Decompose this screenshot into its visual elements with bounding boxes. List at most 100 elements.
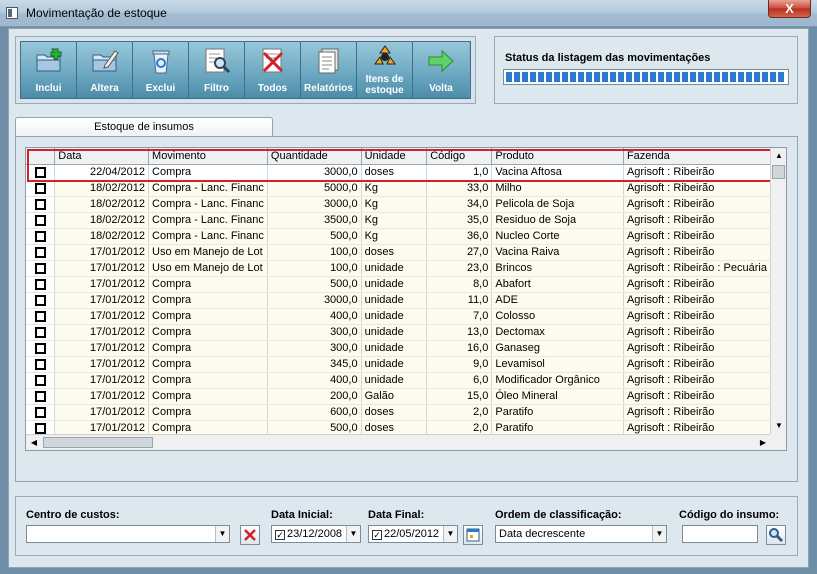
- tab-estoque-de-insumos[interactable]: Estoque de insumos: [15, 117, 273, 137]
- row-checkbox-cell[interactable]: [26, 404, 56, 421]
- row-checkbox[interactable]: [34, 374, 46, 386]
- column-header[interactable]: Unidade: [361, 148, 428, 165]
- ordem-value: Data decrescente: [499, 528, 586, 540]
- chevron-down-icon[interactable]: ▼: [652, 526, 666, 542]
- scroll-up-icon[interactable]: ▲: [771, 148, 786, 164]
- row-checkbox-cell[interactable]: [26, 308, 56, 325]
- row-checkbox[interactable]: [34, 358, 46, 370]
- table-cell: Agrisoft : Ribeirão: [623, 244, 771, 261]
- row-checkbox[interactable]: [34, 310, 46, 322]
- row-checkbox[interactable]: [34, 246, 46, 258]
- table-row[interactable]: 18/02/2012 Compra - Lanc. Financ 5000,0 Kg 3…: [26, 180, 771, 197]
- itens-de-estoque-label: Itens de estoque: [365, 74, 404, 96]
- column-header[interactable]: Produto: [491, 148, 624, 165]
- table-cell: 35,0: [426, 212, 493, 229]
- row-checkbox-cell[interactable]: [26, 340, 56, 357]
- codigo-insumo-input[interactable]: [682, 525, 758, 543]
- table-row[interactable]: 17/01/2012 Compra 3000,0 unidade 11,0 ADE Agri…: [26, 292, 771, 309]
- scroll-right-icon[interactable]: ▶: [755, 435, 771, 450]
- todos-button[interactable]: Todos: [245, 42, 301, 98]
- row-checkbox[interactable]: [34, 326, 46, 338]
- table-cell: Agrisoft : Ribeirão: [623, 420, 771, 434]
- row-checkbox-cell[interactable]: [26, 164, 56, 181]
- clear-centro-button[interactable]: [240, 525, 260, 545]
- altera-button[interactable]: Altera: [77, 42, 133, 98]
- table-row[interactable]: 18/02/2012 Compra - Lanc. Financ 3000,0 Kg 3…: [26, 196, 771, 213]
- table-row[interactable]: 17/01/2012 Compra 345,0 unidade 9,0 Levamisol…: [26, 356, 771, 373]
- table-cell: Modificador Orgânico: [491, 372, 624, 389]
- table-row[interactable]: 17/01/2012 Compra 300,0 unidade 13,0 Dectomax…: [26, 324, 771, 341]
- horizontal-scroll-thumb[interactable]: [43, 437, 153, 448]
- row-checkbox-cell[interactable]: [26, 228, 56, 245]
- scroll-left-icon[interactable]: ◀: [26, 435, 42, 450]
- row-checkbox[interactable]: [34, 262, 46, 274]
- close-button[interactable]: X: [768, 0, 811, 18]
- row-checkbox[interactable]: [34, 278, 46, 290]
- table-row[interactable]: 18/02/2012 Compra - Lanc. Financ 3500,0 Kg 3…: [26, 212, 771, 229]
- row-checkbox-cell[interactable]: [26, 420, 56, 434]
- table-row[interactable]: 22/04/2012 Compra 3000,0 doses 1,0 Vacina Aft…: [26, 164, 771, 181]
- data-final-field[interactable]: ✓ 22/05/2012 ▼: [368, 525, 458, 543]
- row-checkbox[interactable]: [34, 182, 46, 194]
- table-row[interactable]: 17/01/2012 Uso em Manejo de Lot 100,0 doses…: [26, 244, 771, 261]
- row-checkbox[interactable]: [34, 230, 46, 242]
- row-checkbox[interactable]: [34, 390, 46, 402]
- filtro-button[interactable]: Filtro: [189, 42, 245, 98]
- table-row[interactable]: 17/01/2012 Compra 300,0 unidade 16,0 Ganaseg A…: [26, 340, 771, 357]
- row-checkbox-cell[interactable]: [26, 388, 56, 405]
- column-header[interactable]: Fazenda: [623, 148, 771, 165]
- data-inicial-checkbox[interactable]: ✓: [275, 530, 285, 540]
- row-checkbox-cell[interactable]: [26, 324, 56, 341]
- scroll-down-icon[interactable]: ▼: [771, 418, 786, 434]
- vertical-scrollbar[interactable]: ▲ ▼: [770, 148, 786, 434]
- column-header[interactable]: Código: [426, 148, 493, 165]
- row-checkbox[interactable]: [34, 294, 46, 306]
- column-header[interactable]: Data: [54, 148, 150, 165]
- chevron-down-icon[interactable]: ▼: [215, 526, 229, 542]
- row-checkbox[interactable]: [34, 214, 46, 226]
- row-checkbox[interactable]: [34, 198, 46, 210]
- chevron-down-icon[interactable]: ▼: [346, 526, 360, 542]
- table-cell: 16,0: [426, 340, 493, 357]
- chevron-down-icon[interactable]: ▼: [443, 526, 457, 542]
- row-checkbox-cell[interactable]: [26, 212, 56, 229]
- vertical-scroll-thumb[interactable]: [772, 165, 785, 179]
- apply-dates-button[interactable]: [463, 525, 483, 545]
- data-inicial-field[interactable]: ✓ 23/12/2008 ▼: [271, 525, 361, 543]
- table-row[interactable]: 17/01/2012 Compra 500,0 unidade 8,0 Abafort Ag…: [26, 276, 771, 293]
- row-checkbox[interactable]: [34, 342, 46, 354]
- data-final-checkbox[interactable]: ✓: [372, 530, 382, 540]
- relatorios-button[interactable]: Relatórios: [301, 42, 357, 98]
- itens-de-estoque-button[interactable]: Itens de estoque: [357, 42, 413, 98]
- table-row[interactable]: 17/01/2012 Compra 400,0 unidade 6,0 Modificad…: [26, 372, 771, 389]
- table-cell: Compra: [148, 372, 268, 389]
- row-checkbox[interactable]: [34, 406, 46, 418]
- row-checkbox-cell[interactable]: [26, 196, 56, 213]
- row-checkbox[interactable]: [34, 166, 46, 178]
- row-checkbox-cell[interactable]: [26, 244, 56, 261]
- row-checkbox-cell[interactable]: [26, 276, 56, 293]
- column-header[interactable]: Quantidade: [267, 148, 362, 165]
- horizontal-scrollbar[interactable]: ◀ ▶: [26, 434, 771, 450]
- table-row[interactable]: 17/01/2012 Compra 600,0 doses 2,0 Paratifo Agr…: [26, 404, 771, 421]
- table-row[interactable]: 17/01/2012 Compra 400,0 unidade 7,0 Colosso Ag…: [26, 308, 771, 325]
- volta-button[interactable]: Volta: [413, 42, 469, 98]
- calendar-icon: [466, 528, 480, 542]
- row-checkbox-cell[interactable]: [26, 356, 56, 373]
- exclui-button[interactable]: Exclui: [133, 42, 189, 98]
- table-row[interactable]: 18/02/2012 Compra - Lanc. Financ 500,0 Kg 36…: [26, 228, 771, 245]
- search-insumo-button[interactable]: [766, 525, 786, 545]
- row-checkbox-cell[interactable]: [26, 260, 56, 277]
- table-row[interactable]: 17/01/2012 Compra 500,0 doses 2,0 Paratifo Agr…: [26, 420, 771, 434]
- row-checkbox-cell[interactable]: [26, 292, 56, 309]
- inclui-button[interactable]: Inclui: [21, 42, 77, 98]
- table-row[interactable]: 17/01/2012 Uso em Manejo de Lot 100,0 unida…: [26, 260, 771, 277]
- status-panel: Status da listagem das movimentações: [494, 36, 798, 104]
- table-row[interactable]: 17/01/2012 Compra 200,0 Galão 15,0 Óleo Miner…: [26, 388, 771, 405]
- row-checkbox-cell[interactable]: [26, 372, 56, 389]
- row-checkbox-cell[interactable]: [26, 180, 56, 197]
- column-header[interactable]: Movimento: [148, 148, 268, 165]
- centro-de-custos-select[interactable]: ▼: [26, 525, 230, 543]
- row-checkbox[interactable]: [34, 422, 46, 434]
- ordem-select[interactable]: Data decrescente ▼: [495, 525, 667, 543]
